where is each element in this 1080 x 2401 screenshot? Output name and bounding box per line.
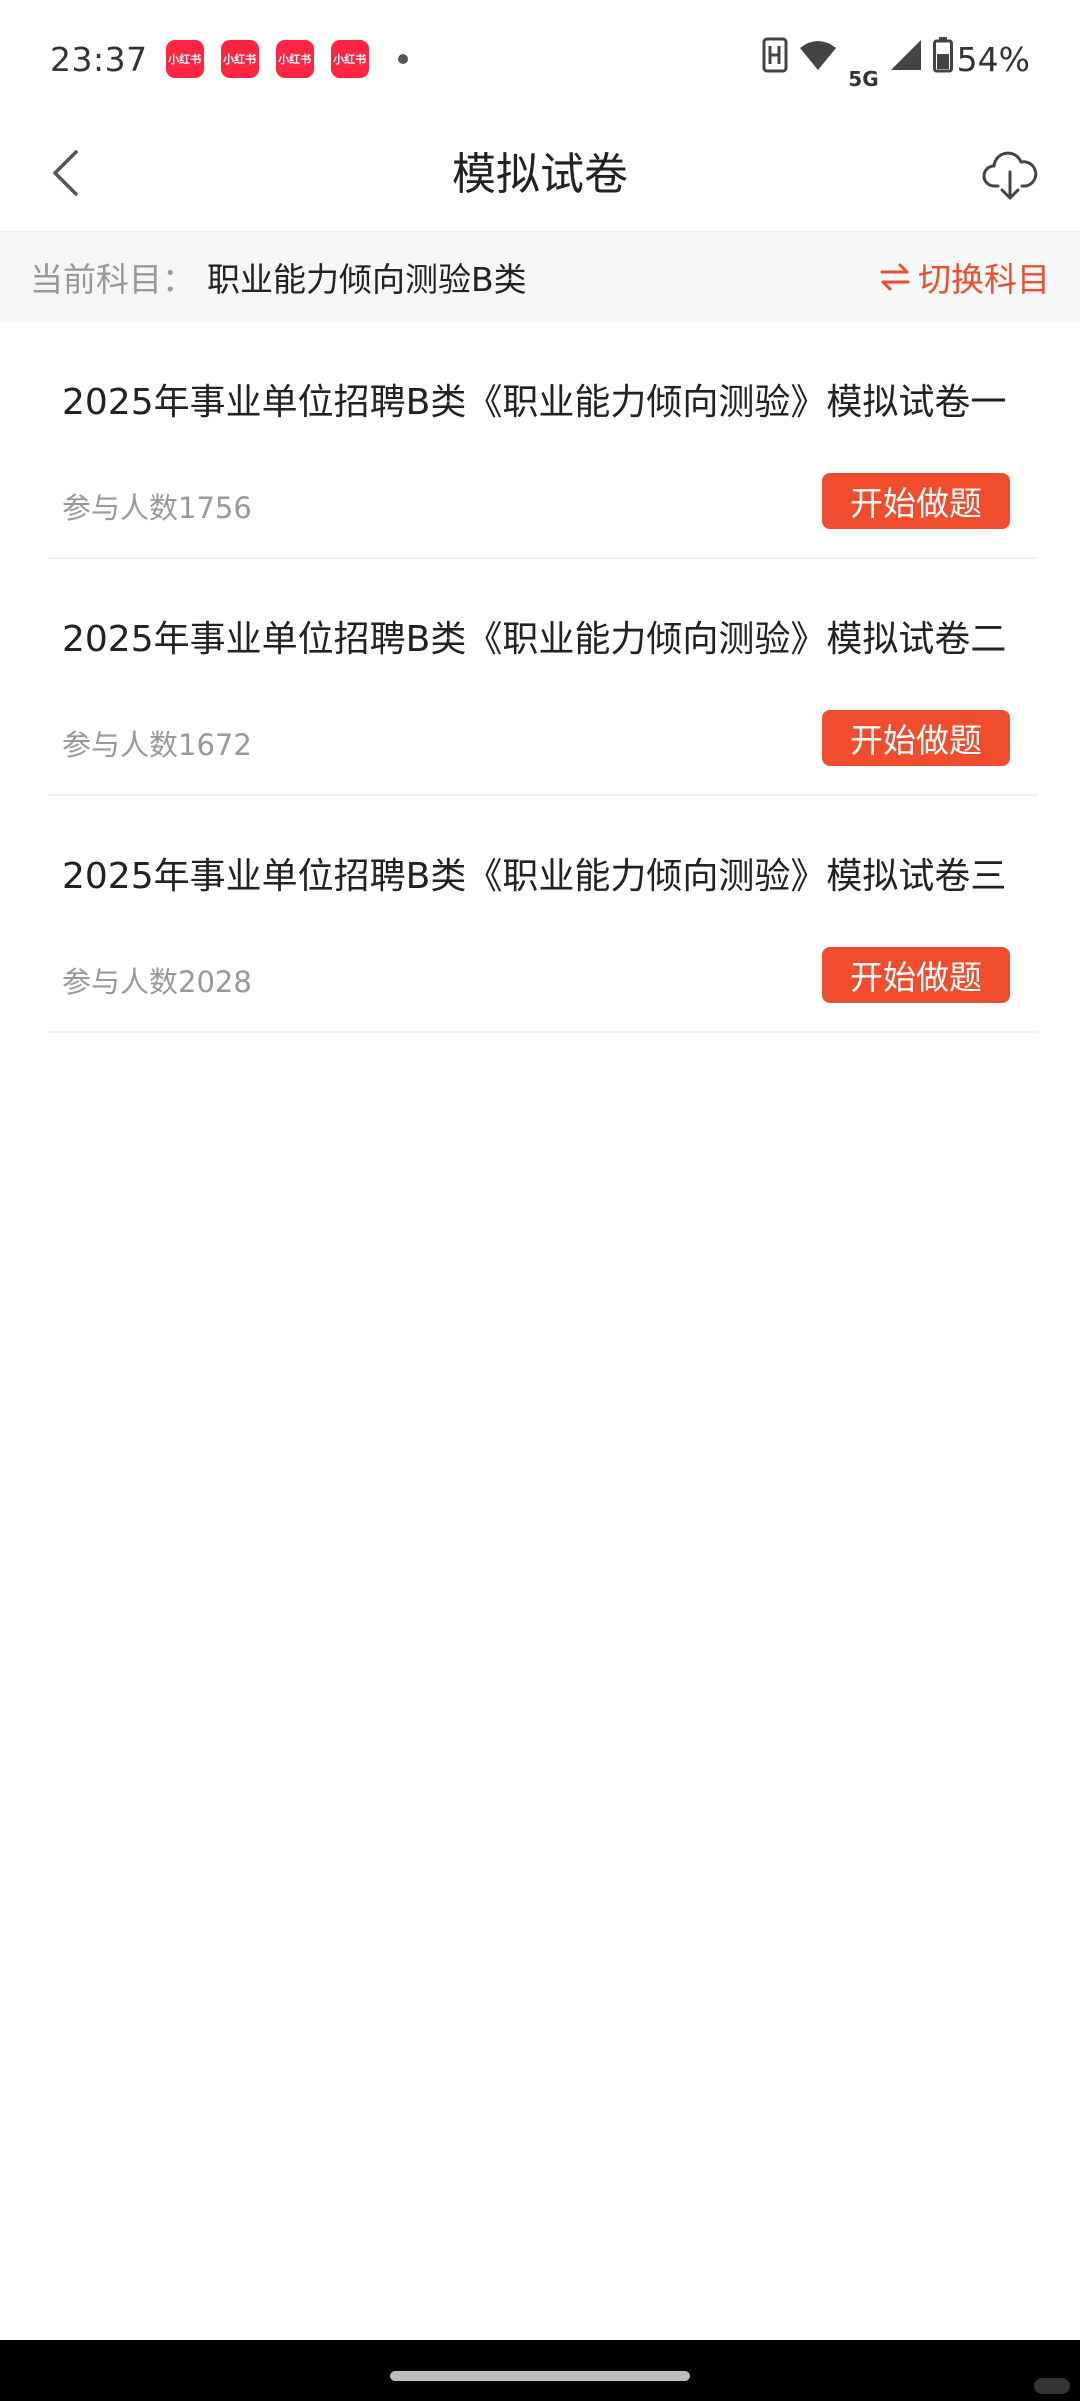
status-indicators: 5G 54% [752, 27, 1030, 91]
battery-percentage: 54% [956, 39, 1030, 79]
network-type-label: 5G [848, 67, 879, 91]
nfc-icon [762, 37, 788, 81]
wifi-icon [798, 38, 838, 80]
page-title: 模拟试卷 [452, 149, 628, 200]
app-header: 模拟试卷 [0, 118, 1080, 232]
status-time: 23:37 [50, 39, 148, 79]
cloud-download-icon [982, 151, 1038, 200]
switch-subject-button[interactable]: 切换科目 [880, 253, 1050, 301]
subject-value: 职业能力倾向测验B类 [207, 260, 527, 299]
start-practice-button[interactable]: 开始做题 [822, 473, 1010, 529]
swap-arrows-icon [880, 263, 910, 291]
paper-title: 2025年事业单位招聘B类《职业能力倾向测验》模拟试卷三 [62, 856, 1007, 897]
notification-app-icon: 小红书 [275, 40, 314, 78]
paper-list-item[interactable]: 2025年事业单位招聘B类《职业能力倾向测验》模拟试卷三 参与人数2028 开始… [48, 796, 1038, 1033]
home-indicator[interactable] [390, 2371, 690, 2381]
paper-participants: 参与人数2028 [62, 965, 252, 999]
paper-participants: 参与人数1756 [62, 491, 252, 525]
paper-list-item[interactable]: 2025年事业单位招聘B类《职业能力倾向测验》模拟试卷二 参与人数1672 开始… [48, 559, 1038, 796]
download-button[interactable] [970, 136, 1050, 216]
status-bar: 23:37 小红书 小红书 小红书 小红书 5G 54% [0, 0, 1080, 118]
start-practice-button[interactable]: 开始做题 [822, 710, 1010, 766]
paper-title: 2025年事业单位招聘B类《职业能力倾向测验》模拟试卷二 [62, 619, 1007, 660]
paper-title: 2025年事业单位招聘B类《职业能力倾向测验》模拟试卷一 [62, 382, 1007, 423]
battery-icon [932, 37, 953, 81]
paper-list: 2025年事业单位招聘B类《职业能力倾向测验》模拟试卷一 参与人数1756 开始… [48, 322, 1038, 1033]
switch-subject-label: 切换科目 [918, 260, 1050, 299]
notification-app-icon: 小红书 [330, 40, 369, 78]
more-notifications-dot-icon [397, 54, 408, 64]
notification-app-icon: 小红书 [165, 40, 204, 78]
subject-label: 当前科目： [30, 260, 195, 299]
paper-participants: 参与人数1672 [62, 728, 252, 762]
notification-app-icon: 小红书 [220, 40, 259, 78]
start-practice-button[interactable]: 开始做题 [822, 947, 1010, 1003]
subject-bar: 当前科目： 职业能力倾向测验B类 切换科目 [0, 232, 1080, 322]
paper-list-item[interactable]: 2025年事业单位招聘B类《职业能力倾向测验》模拟试卷一 参与人数1756 开始… [48, 322, 1038, 559]
signal-icon [889, 38, 923, 80]
watermark-icon [1034, 2378, 1070, 2394]
